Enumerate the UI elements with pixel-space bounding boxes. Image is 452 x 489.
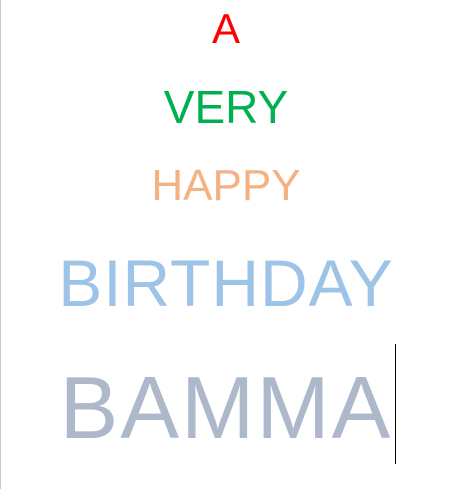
text-line-bamma[interactable]: BAMMA bbox=[0, 364, 452, 452]
text-line-birthday[interactable]: BIRTHDAY bbox=[0, 250, 452, 316]
document-page[interactable]: A VERY HAPPY BIRTHDAY BAMMA bbox=[0, 0, 452, 489]
text-line-very[interactable]: VERY bbox=[0, 84, 452, 130]
text-cursor bbox=[395, 344, 396, 464]
text-line-happy[interactable]: HAPPY bbox=[0, 164, 452, 208]
text-line-a[interactable]: A bbox=[0, 8, 452, 50]
